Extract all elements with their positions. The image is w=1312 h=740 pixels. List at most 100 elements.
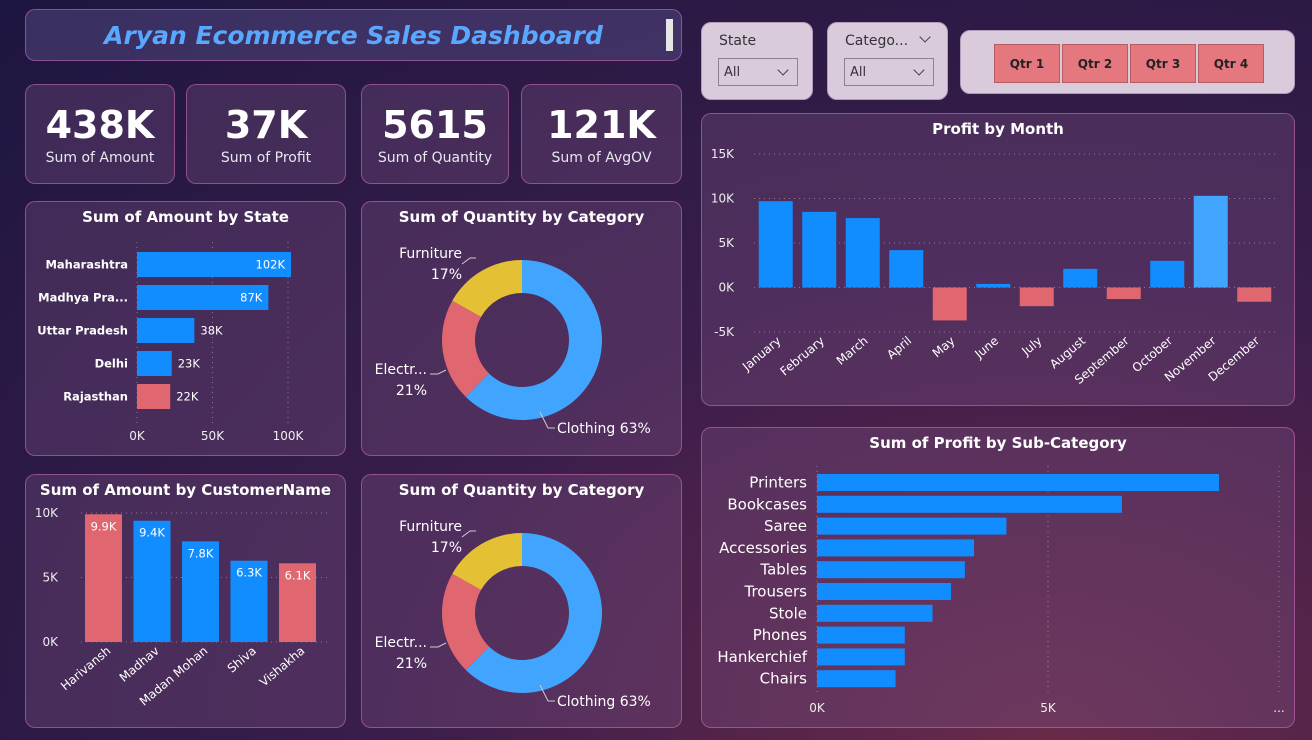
kpi-card-profit: 37K Sum of Profit [186, 84, 346, 184]
data-label: 9.4K [139, 526, 165, 540]
category-label: Hankerchief [717, 648, 807, 666]
bar [758, 201, 793, 288]
x-tick-label: 50K [201, 429, 225, 443]
kpi-value-amount: 438K [45, 103, 155, 147]
qtr-4-button[interactable]: Qtr 4 [1198, 44, 1264, 83]
quarter-slicer: Qtr 1 Qtr 2 Qtr 3 Qtr 4 [960, 30, 1295, 94]
category-label: Saree [764, 517, 807, 535]
kpi-label-amount: Sum of Amount [45, 150, 155, 166]
y-tick-label: -5K [714, 325, 735, 339]
quantity-by-category-panel-2: Sum of Quantity by Category Clothing 63%… [361, 474, 682, 728]
bar [817, 495, 1122, 513]
bar [1063, 268, 1098, 288]
category-label: Accessories [719, 539, 807, 557]
bar [137, 351, 172, 376]
category-label: Stole [769, 604, 807, 622]
category-label: Bookcases [727, 495, 807, 513]
state-slicer[interactable]: State All [701, 22, 813, 100]
y-tick-label: 0K [42, 635, 59, 649]
bar [1237, 287, 1272, 302]
bar [817, 670, 896, 688]
y-tick-label: 10K [711, 192, 735, 206]
category-dropdown[interactable]: All [844, 58, 934, 86]
chevron-down-icon [913, 64, 925, 76]
category-label: Tables [759, 561, 807, 579]
qtr-2-button[interactable]: Qtr 2 [1062, 44, 1128, 83]
page-title: Aryan Ecommerce Sales Dashboard [104, 20, 603, 50]
month-label: February [777, 334, 827, 379]
kpi-card-avgov: 121K Sum of AvgOV [521, 84, 682, 184]
callout-line [430, 642, 447, 648]
bar [817, 539, 975, 557]
profit-by-subcategory-chart: 0K 5K ... Printers Bookcases Saree Accessories… [717, 466, 1285, 715]
bar [817, 626, 905, 644]
quantity-by-category-chart-1: Clothing 63% Electr... 21% Furniture 17% [375, 246, 651, 437]
category-label: Phones [753, 626, 807, 644]
y-tick-label: 15K [711, 147, 735, 161]
bar [817, 517, 1007, 535]
category-slicer[interactable]: Catego... All [827, 22, 948, 100]
amount-by-state-panel: Sum of Amount by State 0K 50K 100K Maharash… [25, 201, 346, 456]
y-tick-label: 5K [42, 571, 59, 585]
month-label: June [971, 334, 1001, 362]
kpi-card-amount: 438K Sum of Amount [25, 84, 175, 184]
chevron-down-icon [777, 64, 789, 76]
bar [85, 514, 122, 642]
x-tick-label: ... [1273, 701, 1284, 715]
scrollbar-thumb[interactable] [666, 19, 673, 51]
category-label: Trousers [743, 583, 807, 601]
x-tick-label: 0K [809, 701, 826, 715]
slice-label: 17% [431, 540, 462, 556]
slice-label: 21% [396, 383, 427, 399]
category-dropdown-value: All [850, 65, 867, 80]
bar [1193, 195, 1228, 288]
qtr-3-button[interactable]: Qtr 3 [1130, 44, 1196, 83]
category-label: Harivansh [58, 644, 113, 694]
y-tick-label: 10K [35, 506, 59, 520]
bar [817, 561, 965, 579]
month-label: July [1018, 334, 1044, 359]
bar [817, 474, 1219, 491]
slice-label: Electr... [375, 635, 427, 651]
bar [976, 283, 1011, 288]
slice-label: 21% [396, 656, 427, 672]
month-label: August [1047, 333, 1088, 371]
category-label: Printers [749, 474, 807, 492]
month-label: May [930, 334, 958, 361]
state-dropdown[interactable]: All [718, 58, 798, 86]
slice-label: Furniture [399, 246, 462, 262]
category-label: Shiva [225, 644, 259, 676]
bar [137, 384, 171, 409]
bar [1150, 260, 1185, 288]
state-slicer-label: State [719, 33, 757, 49]
bar [889, 250, 924, 288]
bar [845, 218, 880, 288]
x-tick-label: 5K [1040, 701, 1057, 715]
month-label: April [884, 334, 914, 362]
y-tick-label: 5K [718, 236, 735, 250]
data-label: 38K [200, 324, 223, 338]
category-label: Rajasthan [63, 390, 128, 404]
bar [137, 318, 195, 343]
slice-label: Clothing 63% [557, 421, 651, 437]
callout-line [461, 257, 476, 265]
data-label: 87K [240, 291, 263, 305]
amount-by-customer-chart: 0K5K10K9.9KHarivansh9.4KMadhav7.8KMadan … [35, 506, 331, 709]
data-label: 6.1K [285, 568, 311, 582]
slice-label: 17% [431, 267, 462, 283]
kpi-label-quantity: Sum of Quantity [377, 150, 493, 166]
category-slicer-label: Catego... [845, 33, 909, 49]
profit-by-month-panel: Profit by Month -5K 0K 5K 10K 15K January Febr… [701, 113, 1295, 406]
qtr-1-button[interactable]: Qtr 1 [994, 44, 1060, 83]
bar [817, 604, 933, 622]
category-label: Delhi [95, 357, 128, 371]
data-label: 9.9K [91, 519, 117, 533]
quantity-by-category-chart-2: Clothing 63% Electr... 21% Furniture 17% [375, 519, 651, 710]
kpi-value-quantity: 5615 [382, 103, 488, 147]
category-label: Madhya Pra... [38, 291, 128, 305]
kpi-value-avgov: 121K [547, 103, 656, 147]
kpi-label-profit: Sum of Profit [220, 150, 312, 166]
chevron-down-icon[interactable] [919, 31, 931, 43]
month-label: March [834, 334, 871, 368]
bar [817, 583, 951, 600]
